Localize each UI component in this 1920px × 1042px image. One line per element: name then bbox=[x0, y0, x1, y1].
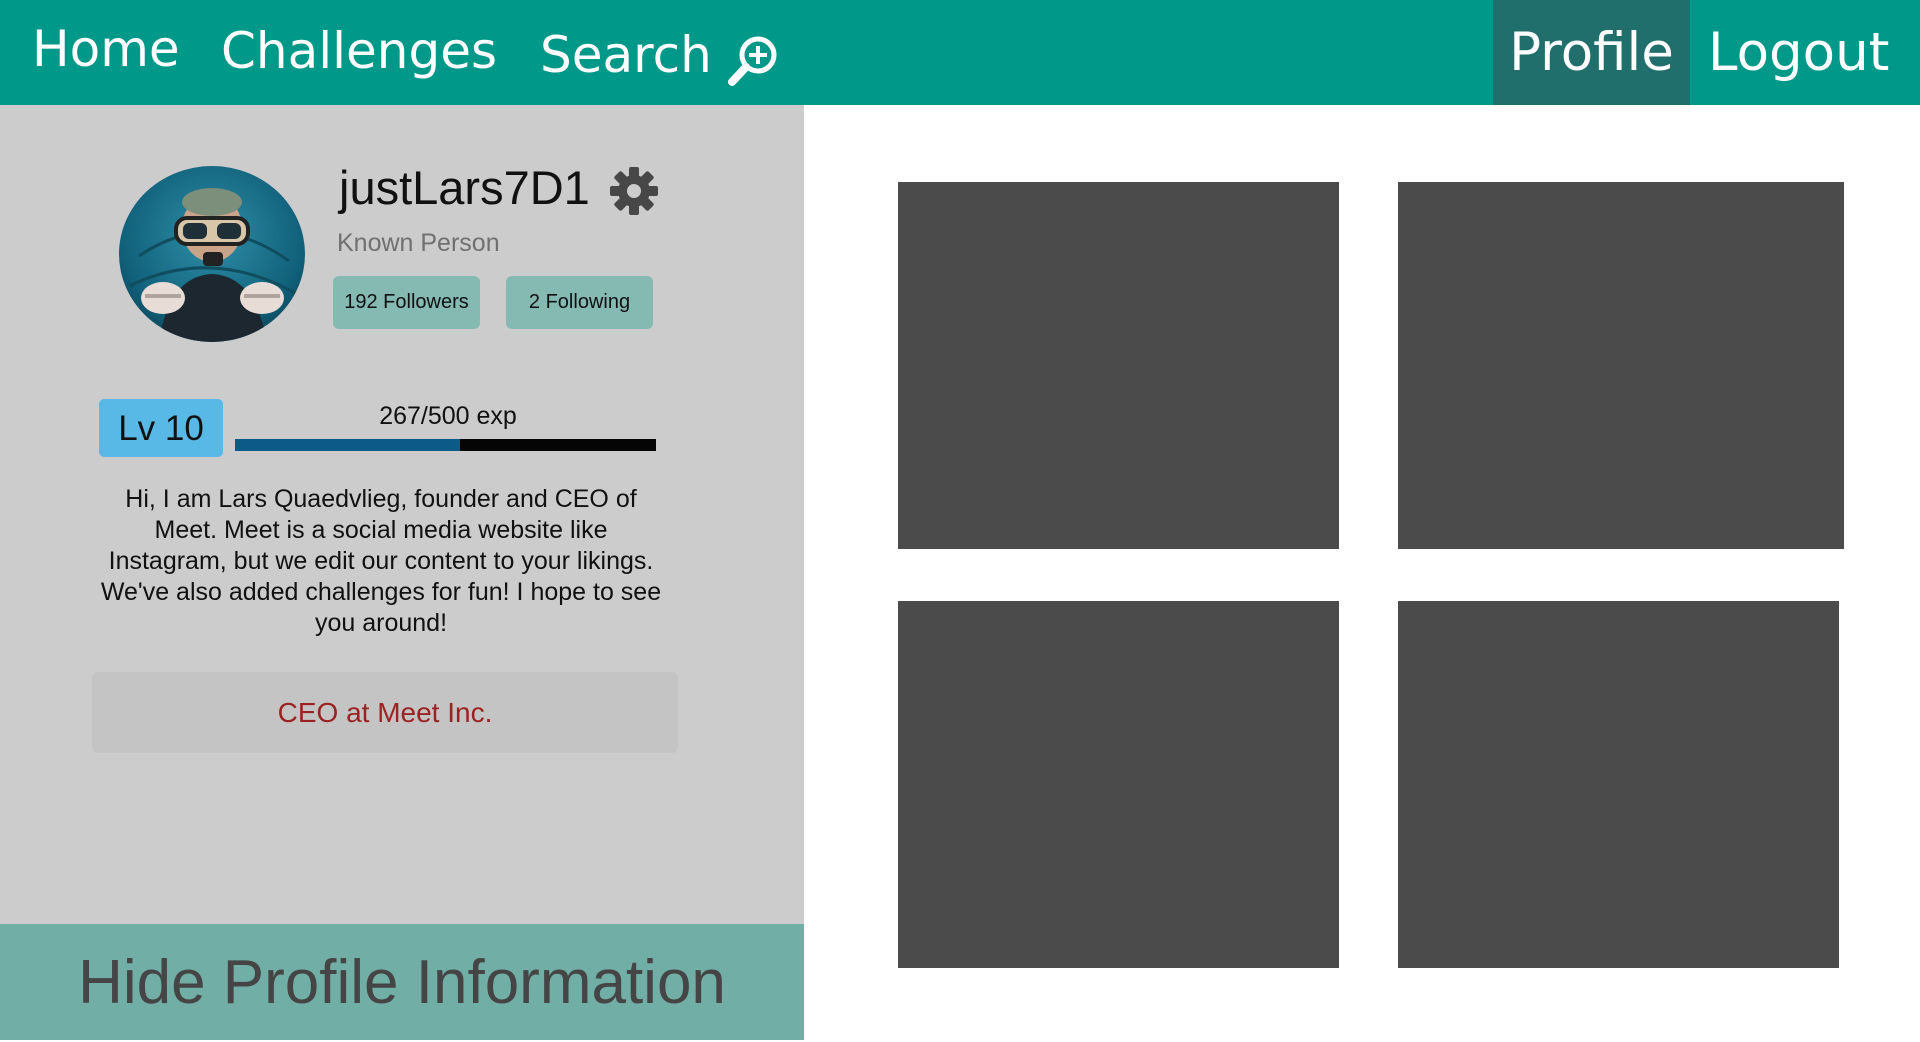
exp-label: 267/500 exp bbox=[379, 402, 517, 430]
avatar bbox=[119, 166, 305, 342]
hide-profile-button[interactable]: Hide Profile Information bbox=[0, 924, 804, 1040]
gear-icon[interactable] bbox=[609, 166, 659, 216]
post-tile[interactable] bbox=[1398, 601, 1839, 968]
top-nav: Home Challenges Search Profile Logout bbox=[0, 0, 1920, 105]
nav-profile[interactable]: Profile bbox=[1493, 0, 1690, 105]
search-plus-icon[interactable] bbox=[726, 33, 782, 89]
profile-subtitle: Known Person bbox=[337, 229, 500, 257]
exp-progress-bar bbox=[235, 439, 656, 451]
profile-bio: Hi, I am Lars Quaedvlieg, founder and CE… bbox=[100, 485, 662, 637]
following-button[interactable]: 2 Following bbox=[506, 276, 653, 329]
nav-logout[interactable]: Logout bbox=[1708, 0, 1889, 105]
exp-progress-fill bbox=[235, 439, 460, 451]
job-title: CEO at Meet Inc. bbox=[92, 672, 678, 753]
nav-search-label: Search bbox=[540, 26, 712, 84]
nav-home[interactable]: Home bbox=[32, 0, 180, 102]
username: justLars7D1 bbox=[339, 161, 590, 214]
nav-search[interactable]: Search bbox=[540, 3, 777, 108]
followers-button[interactable]: 192 Followers bbox=[333, 276, 480, 329]
level-badge: Lv 10 bbox=[99, 399, 223, 457]
nav-challenges[interactable]: Challenges bbox=[221, 0, 497, 104]
post-tile[interactable] bbox=[1398, 182, 1844, 549]
post-tile[interactable] bbox=[898, 601, 1339, 968]
post-tile[interactable] bbox=[898, 182, 1339, 549]
